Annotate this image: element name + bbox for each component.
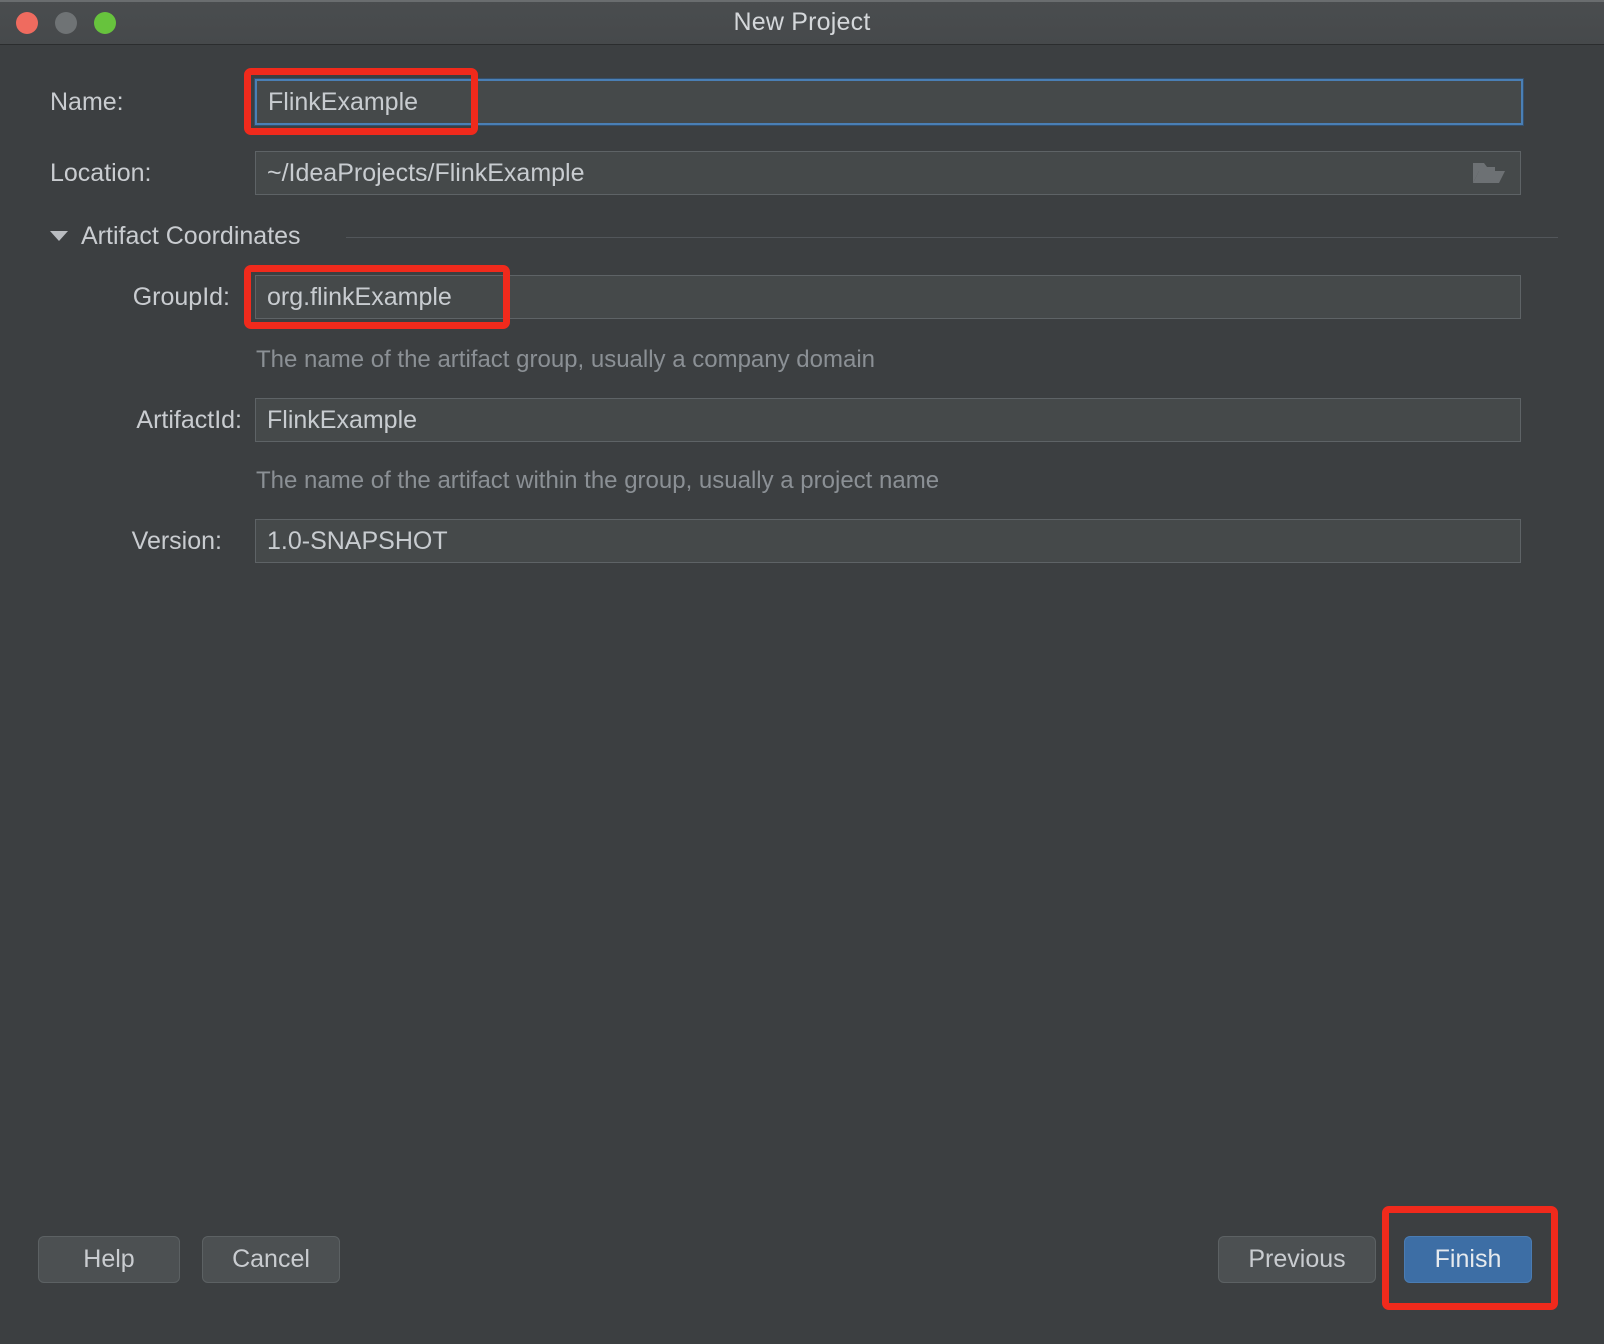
location-label: Location: [50, 159, 152, 187]
name-input[interactable]: FlinkExample [255, 79, 1523, 125]
help-button[interactable]: Help [38, 1236, 180, 1283]
artifact-coordinates-title: Artifact Coordinates [81, 221, 301, 250]
previous-button[interactable]: Previous [1218, 1236, 1376, 1283]
location-input[interactable]: ~/IdeaProjects/FlinkExample [255, 151, 1521, 195]
group-id-hint: The name of the artifact group, usually … [256, 346, 876, 373]
window-title: New Project [733, 8, 871, 36]
artifact-coordinates-section-header[interactable]: Artifact Coordinates [50, 221, 301, 251]
section-divider [346, 237, 1558, 238]
finish-button[interactable]: Finish [1404, 1236, 1532, 1283]
location-value: ~/IdeaProjects/FlinkExample [267, 158, 585, 187]
name-label: Name: [50, 88, 124, 116]
artifact-id-hint: The name of the artifact within the grou… [256, 467, 940, 494]
new-project-dialog: New Project Name: FlinkExample Location:… [0, 0, 1604, 1344]
window-titlebar: New Project [0, 0, 1604, 45]
group-id-input[interactable]: org.flinkExample [255, 275, 1521, 319]
group-id-label: GroupId: [132, 283, 230, 311]
artifact-id-input[interactable]: FlinkExample [255, 398, 1521, 442]
version-input[interactable]: 1.0-SNAPSHOT [255, 519, 1521, 563]
chevron-down-icon[interactable] [50, 231, 68, 241]
version-label: Version: [131, 527, 222, 555]
folder-icon[interactable] [1472, 159, 1506, 187]
titlebar-highlight [0, 0, 1604, 2]
artifact-id-label: ArtifactId: [136, 406, 242, 434]
cancel-button[interactable]: Cancel [202, 1236, 340, 1283]
